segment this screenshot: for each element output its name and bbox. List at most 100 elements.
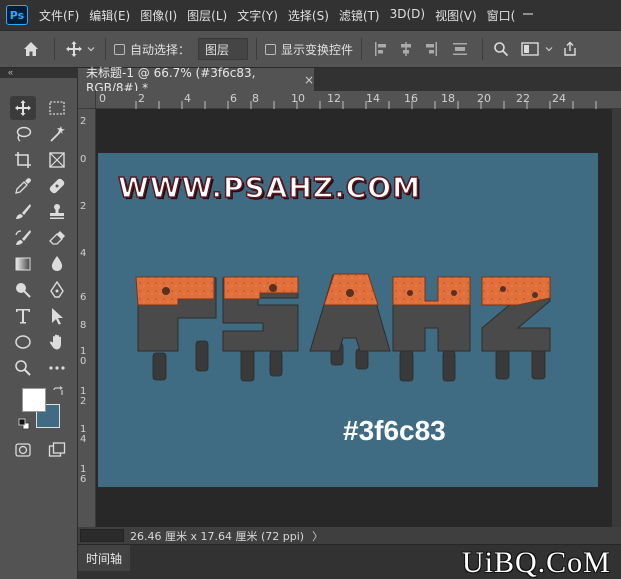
menu-type[interactable]: 文字(Y) (232, 7, 283, 24)
default-colors-icon[interactable] (18, 418, 30, 430)
h-ruler-label: 10 (291, 92, 305, 105)
h-ruler-label: 20 (477, 92, 491, 105)
document-tab-strip: 未标题-1 @ 66.7% (#3f6c83, RGB/8#) * × (78, 66, 621, 95)
menu-layer[interactable]: 图层(L) (182, 7, 232, 24)
panel-collapse-button[interactable]: « (0, 68, 78, 78)
type-tool-icon[interactable] (10, 304, 36, 328)
menu-window[interactable]: 窗口( (482, 7, 521, 24)
swap-colors-icon[interactable] (52, 386, 64, 398)
pen-tool-icon[interactable] (44, 278, 70, 302)
distribute-icon[interactable] (446, 41, 474, 57)
marquee-tool-icon[interactable] (44, 96, 70, 120)
divider (361, 38, 363, 60)
h-ruler-label: 18 (441, 92, 455, 105)
watermark-text: UiBQ.CoM (462, 546, 611, 579)
timeline-tab[interactable]: 时间轴 (78, 545, 130, 571)
menu-file[interactable]: 文件(F) (34, 7, 84, 24)
menu-bar: Ps 文件(F) 编辑(E) 图像(I) 图层(L) 文字(Y) 选择(S) 滤… (0, 0, 621, 30)
home-icon[interactable] (16, 40, 46, 58)
photoshop-logo: Ps (6, 5, 28, 25)
v-ruler-label: 2 (80, 201, 87, 212)
workspace-icon[interactable] (517, 42, 543, 56)
menu-image[interactable]: 图像(I) (135, 7, 182, 24)
h-ruler-label: 16 (404, 92, 418, 105)
menu-view[interactable]: 视图(V) (430, 7, 482, 24)
lasso-tool-icon[interactable] (10, 122, 36, 146)
magic-wand-tool-icon[interactable] (44, 122, 70, 146)
path-selection-tool-icon[interactable] (44, 304, 70, 328)
move-tool-icon[interactable] (10, 96, 36, 120)
screen-mode-icon[interactable] (44, 438, 70, 462)
gradient-tool-icon[interactable] (10, 252, 36, 276)
v-ruler-label: 8 (80, 320, 87, 331)
v-ruler-label: 1 4 (80, 424, 87, 445)
divider (482, 38, 484, 60)
hex-color-label: #3f6c83 (343, 415, 446, 446)
quick-mask-icon[interactable] (10, 438, 36, 462)
close-icon[interactable]: × (304, 73, 314, 87)
menu-list: 文件(F) 编辑(E) 图像(I) 图层(L) 文字(Y) 选择(S) 滤镜(T… (34, 7, 520, 24)
v-ruler-label: 0 (80, 154, 87, 165)
options-bar: 自动选择： 图层 显示变换控件 (0, 30, 621, 68)
auto-select-label: 自动选择： (130, 42, 191, 57)
v-ruler-label: 1 2 (80, 386, 87, 407)
zoom-tool-icon[interactable] (10, 356, 36, 380)
move-icon[interactable] (63, 40, 85, 58)
share-icon[interactable] (559, 41, 581, 57)
crop-tool-icon[interactable] (10, 148, 36, 172)
divider (256, 38, 258, 60)
ruler-origin[interactable] (78, 91, 96, 109)
blur-tool-icon[interactable] (44, 252, 70, 276)
chevron-down-icon[interactable] (543, 45, 555, 53)
vertical-ruler[interactable]: 2 0 2 4 6 8 1 0 1 2 1 4 1 6 (78, 109, 96, 527)
auto-select-checkbox[interactable] (114, 43, 125, 55)
dodge-tool-icon[interactable] (10, 278, 36, 302)
menu-3d[interactable]: 3D(D) (385, 7, 430, 24)
show-transform-checkbox[interactable] (265, 43, 277, 55)
search-icon[interactable] (491, 41, 511, 57)
menu-edit[interactable]: 编辑(E) (84, 7, 135, 24)
status-bar: 26.46 厘米 x 17.64 厘米 (72 ppi) 〉 (78, 527, 621, 544)
status-thumbnail[interactable] (80, 529, 124, 542)
h-ruler-label: 0 (99, 92, 106, 105)
h-ruler-label: 8 (252, 92, 259, 105)
align-left-icon[interactable] (370, 41, 394, 57)
document-tab[interactable]: 未标题-1 @ 66.7% (#3f6c83, RGB/8#) * × (78, 66, 314, 95)
tools-panel (0, 78, 78, 579)
horizontal-ruler[interactable]: 0 2 4 6 8 10 12 14 16 18 20 22 24 (96, 91, 621, 109)
h-ruler-label: 12 (327, 92, 341, 105)
eyedropper-tool-icon[interactable] (10, 174, 36, 198)
brush-tool-icon[interactable] (10, 200, 36, 224)
frame-tool-icon[interactable] (44, 148, 70, 172)
menu-select[interactable]: 选择(S) (283, 7, 334, 24)
chevron-right-icon[interactable]: 〉 (312, 528, 323, 544)
eraser-tool-icon[interactable] (44, 226, 70, 250)
divider (105, 38, 106, 60)
minimize-icon[interactable] (517, 4, 539, 24)
h-ruler-label: 24 (552, 92, 566, 105)
h-ruler-label: 4 (184, 92, 191, 105)
h-ruler-label: 14 (366, 92, 380, 105)
stamp-tool-icon[interactable] (44, 200, 70, 224)
align-center-icon[interactable] (394, 41, 418, 57)
hand-tool-icon[interactable] (44, 330, 70, 354)
history-brush-tool-icon[interactable] (10, 226, 36, 250)
more-tools-icon[interactable] (44, 356, 70, 380)
v-ruler-label: 2 (80, 116, 87, 127)
document-canvas[interactable]: WWW.PSAHZ.COM #3f6c83 (98, 153, 598, 487)
chevron-down-icon[interactable] (85, 45, 97, 53)
v-ruler-label: 6 (80, 292, 87, 303)
healing-brush-tool-icon[interactable] (44, 174, 70, 198)
v-ruler-label: 1 6 (80, 464, 87, 485)
ellipse-tool-icon[interactable] (10, 330, 36, 354)
auto-select-dropdown[interactable]: 图层 (198, 38, 249, 60)
horizontal-ruler-ticks (135, 101, 597, 109)
v-ruler-label: 1 0 (80, 346, 87, 367)
auto-select-value: 图层 (205, 42, 230, 57)
v-ruler-label: 4 (80, 248, 87, 259)
align-right-icon[interactable] (418, 41, 442, 57)
foreground-color-swatch[interactable] (22, 388, 46, 412)
vertical-scrollbar[interactable] (612, 109, 621, 527)
document-size-info: 26.46 厘米 x 17.64 厘米 (72 ppi) (130, 529, 305, 543)
menu-filter[interactable]: 滤镜(T) (334, 7, 385, 24)
